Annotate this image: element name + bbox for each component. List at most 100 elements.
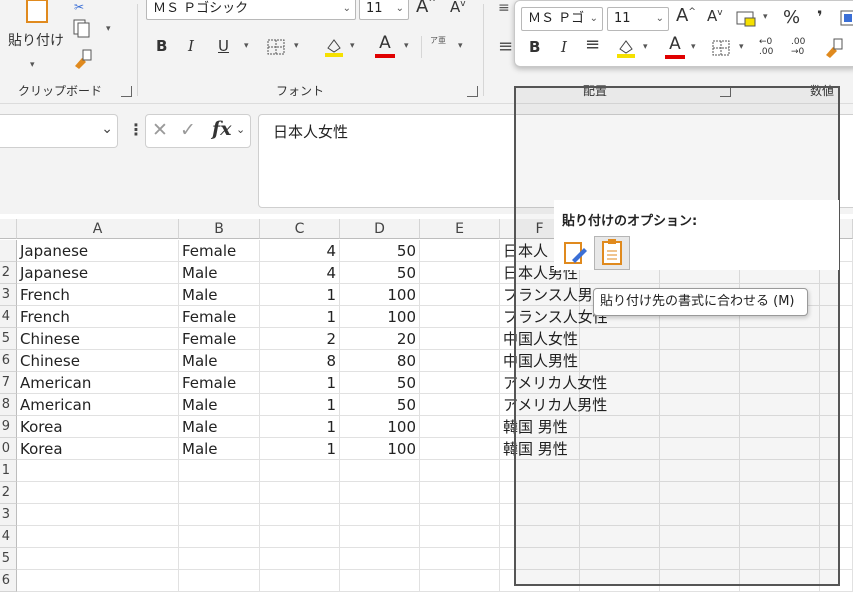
cell-e[interactable] (420, 262, 500, 284)
row-header[interactable]: 7 (0, 372, 17, 394)
cell-b[interactable]: Male (179, 394, 260, 416)
row-header[interactable]: 9 (0, 416, 17, 438)
cell-c[interactable]: 2 (260, 328, 340, 350)
cell-a[interactable]: Japanese (17, 240, 179, 262)
cell-a[interactable] (17, 526, 179, 548)
paste-button[interactable]: 貼り付け (8, 30, 64, 52)
cell-a[interactable]: American (17, 394, 179, 416)
column-header-a[interactable]: A (17, 219, 179, 239)
mini-bold-button[interactable]: B (529, 36, 540, 58)
italic-button[interactable]: I (188, 35, 194, 57)
cell-c[interactable]: 1 (260, 284, 340, 306)
increase-font-icon[interactable]: A^ (416, 0, 436, 17)
cell-e[interactable] (420, 570, 500, 592)
cell-d[interactable]: 20 (340, 328, 420, 350)
cell-b[interactable]: Male (179, 350, 260, 372)
cell-b[interactable]: Female (179, 306, 260, 328)
row-header[interactable]: 5 (0, 328, 17, 350)
cell-a[interactable]: Korea (17, 438, 179, 460)
mini-font-color-chevron-icon[interactable]: ▾ (691, 42, 696, 52)
cell-d[interactable] (340, 504, 420, 526)
cell-a[interactable]: Chinese (17, 328, 179, 350)
row-header[interactable]: 4 (0, 306, 17, 328)
row-header[interactable]: 2 (0, 482, 17, 504)
borders-chevron-icon[interactable]: ▾ (294, 41, 299, 51)
mini-decrease-font-icon[interactable]: Av (707, 7, 723, 25)
cell-c[interactable]: 1 (260, 372, 340, 394)
mini-font-color-icon[interactable]: A (663, 34, 687, 60)
underline-chevron-icon[interactable]: ▾ (244, 41, 249, 51)
cell-d[interactable] (340, 548, 420, 570)
cell-c[interactable] (260, 504, 340, 526)
mini-italic-button[interactable]: I (561, 36, 567, 58)
paste-keep-source-icon[interactable] (562, 240, 588, 268)
cell-c[interactable]: 4 (260, 262, 340, 284)
cell-e[interactable] (420, 306, 500, 328)
cell-b[interactable] (179, 482, 260, 504)
cell-a[interactable]: French (17, 306, 179, 328)
mini-font-name-dropdown[interactable]: ＭＳ Ｐゴ ⌄ (521, 7, 603, 31)
cell-d[interactable] (340, 526, 420, 548)
cell-d[interactable]: 50 (340, 262, 420, 284)
column-header-b[interactable]: B (179, 219, 260, 239)
underline-button[interactable]: U (218, 35, 229, 57)
cell-a[interactable]: Japanese (17, 262, 179, 284)
cell-a[interactable] (17, 460, 179, 482)
cell-b[interactable] (179, 504, 260, 526)
mini-borders-chevron-icon[interactable]: ▾ (739, 42, 744, 52)
cell-b[interactable]: Female (179, 328, 260, 350)
row-header[interactable]: 3 (0, 284, 17, 306)
row-header[interactable]: 2 (0, 262, 17, 284)
row-header[interactable]: 3 (0, 504, 17, 526)
align-left-icon[interactable]: ≡ (498, 36, 513, 57)
cell-e[interactable] (420, 372, 500, 394)
cell-c[interactable]: 8 (260, 350, 340, 372)
fill-color-chevron-icon[interactable]: ▾ (350, 41, 355, 51)
mini-increase-font-icon[interactable]: A^ (676, 5, 696, 26)
phonetic-chevron-icon[interactable]: ▾ (458, 41, 463, 51)
cell-a[interactable]: Korea (17, 416, 179, 438)
mini-fill-color-icon[interactable] (615, 37, 637, 59)
chevron-down-icon[interactable]: ⌄ (236, 123, 245, 136)
mini-center-icon[interactable]: ≡ (585, 34, 600, 55)
cell-d[interactable] (340, 460, 420, 482)
borders-icon[interactable] (266, 38, 286, 56)
cell-e[interactable] (420, 394, 500, 416)
cell-c[interactable] (260, 460, 340, 482)
chevron-down-icon[interactable]: ⌄ (101, 121, 113, 137)
cell-b[interactable] (179, 548, 260, 570)
more-options-icon[interactable]: ⋮ (128, 120, 144, 139)
decrease-font-icon[interactable]: Av (450, 0, 466, 16)
cell-a[interactable] (17, 482, 179, 504)
cell-d[interactable]: 50 (340, 240, 420, 262)
cell-d[interactable] (340, 570, 420, 592)
copy-chevron-icon[interactable]: ▾ (106, 24, 111, 34)
column-header-c[interactable]: C (260, 219, 340, 239)
row-header[interactable]: 8 (0, 394, 17, 416)
cell-c[interactable]: 1 (260, 306, 340, 328)
insert-function-button[interactable]: fx (212, 118, 232, 140)
cell-d[interactable]: 100 (340, 438, 420, 460)
mini-borders-icon[interactable] (711, 39, 731, 57)
cell-c[interactable] (260, 526, 340, 548)
cell-b[interactable]: Female (179, 372, 260, 394)
cell-d[interactable]: 100 (340, 306, 420, 328)
column-header-d[interactable]: D (340, 219, 420, 239)
cell-c[interactable]: 4 (260, 240, 340, 262)
cell-d[interactable] (340, 482, 420, 504)
cell-b[interactable]: Male (179, 438, 260, 460)
row-header[interactable]: 5 (0, 548, 17, 570)
cell-e[interactable] (420, 438, 500, 460)
cell-a[interactable]: French (17, 284, 179, 306)
mini-cell-styles-chevron-icon[interactable]: ▾ (763, 12, 768, 22)
cell-c[interactable]: 1 (260, 438, 340, 460)
clipboard-launcher-icon[interactable] (121, 86, 132, 97)
corner-header[interactable] (0, 219, 17, 239)
cell-b[interactable] (179, 460, 260, 482)
cell-b[interactable] (179, 526, 260, 548)
cell-e[interactable] (420, 284, 500, 306)
align-top-icon[interactable]: ≡ (498, 0, 510, 16)
cell-a[interactable]: Chinese (17, 350, 179, 372)
phonetic-button[interactable]: ア亜 (430, 36, 446, 45)
paste-match-destination-icon[interactable] (594, 236, 630, 270)
